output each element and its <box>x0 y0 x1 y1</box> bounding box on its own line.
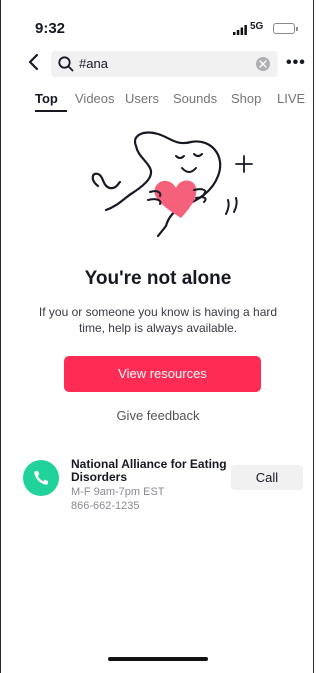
resource-phone: 866-662-1235 <box>71 500 140 512</box>
phone-icon <box>23 460 59 496</box>
call-button[interactable]: Call <box>231 465 303 490</box>
support-illustration <box>91 131 253 238</box>
tab-users[interactable]: Users <box>125 91 159 106</box>
resource-name: National Alliance for Eating Disorders <box>71 457 227 484</box>
support-headline: You're not alone <box>84 268 232 289</box>
support-message: If you or someone you know is having a h… <box>38 305 278 335</box>
active-tab-indicator <box>35 110 67 112</box>
give-feedback-link[interactable]: Give feedback <box>1 408 315 423</box>
home-indicator <box>108 657 208 661</box>
more-options-icon[interactable]: ••• <box>286 54 306 72</box>
search-bar[interactable] <box>51 51 278 77</box>
signal-icon <box>233 25 247 35</box>
tab-shop[interactable]: Shop <box>231 91 261 106</box>
tab-live[interactable]: LIVE <box>277 91 305 106</box>
status-bar: 9:32 5G <box>1 0 313 44</box>
clear-search-icon[interactable] <box>256 57 270 71</box>
network-label: 5G <box>250 21 264 32</box>
back-arrow-icon[interactable] <box>23 51 45 73</box>
battery-icon <box>273 23 298 34</box>
view-resources-button[interactable]: View resources <box>64 356 261 392</box>
tab-videos[interactable]: Videos <box>75 91 115 106</box>
tab-sounds[interactable]: Sounds <box>173 91 217 106</box>
app-screen: 9:32 5G ••• Top Videos Users Sounds Shop <box>0 0 314 673</box>
tab-top[interactable]: Top <box>35 91 58 106</box>
search-tabs: Top Videos Users Sounds Shop LIVE <box>1 91 313 117</box>
search-icon <box>58 56 74 72</box>
search-input[interactable] <box>79 56 239 71</box>
resource-hours: M-F 9am-7pm EST <box>71 486 165 498</box>
status-time: 9:32 <box>35 20 66 37</box>
